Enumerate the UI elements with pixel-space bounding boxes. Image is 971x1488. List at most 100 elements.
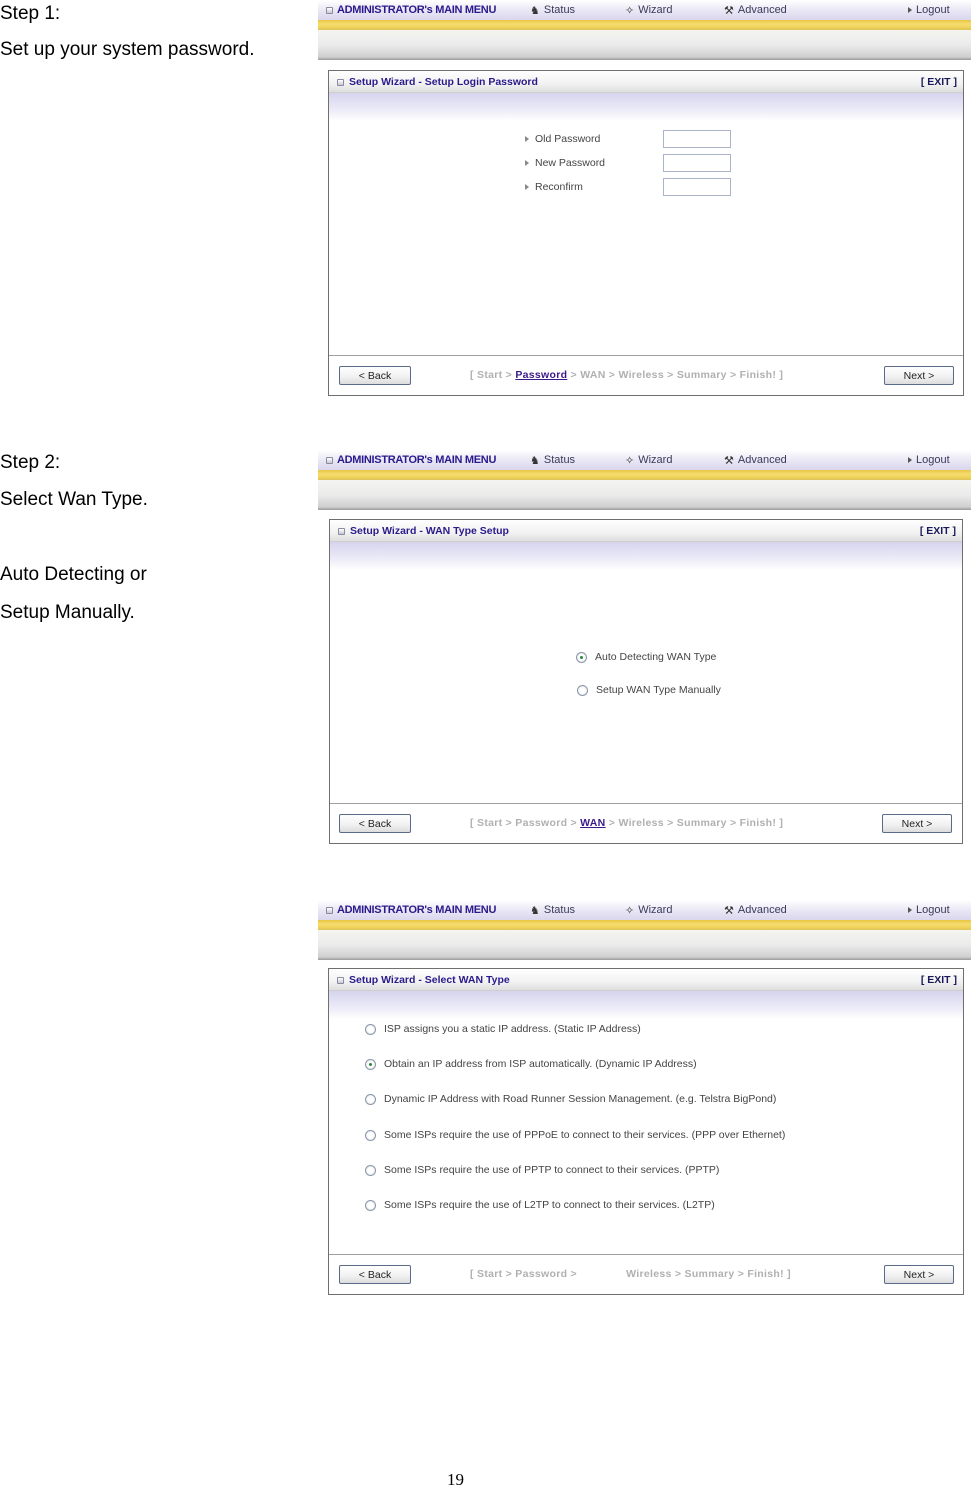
static-ip-option[interactable]: ISP assigns you a static IP address. (St… (365, 1023, 641, 1035)
admin-main-menu-link[interactable]: ADMINISTRATOR's MAIN MENU (326, 903, 496, 917)
step2-note-line2: Setup Manually. (0, 602, 135, 623)
old-password-row: Old Password (525, 130, 731, 148)
manual-setup-option[interactable]: Setup WAN Type Manually (577, 684, 721, 696)
pppoe-label: Some ISPs require the use of PPPoE to co… (384, 1129, 786, 1141)
panel-square-icon (338, 527, 345, 535)
dynamic-ip-option[interactable]: Obtain an IP address from ISP automatica… (365, 1058, 697, 1070)
advanced-label: Advanced (737, 4, 787, 16)
menu-advanced[interactable]: ⚒ Advanced (724, 453, 787, 467)
exit-link[interactable]: [ EXIT ] (921, 974, 957, 986)
auto-detect-label: Auto Detecting WAN Type (595, 651, 717, 663)
auto-detect-radio[interactable] (576, 651, 587, 663)
step2-heading: Step 2: (0, 452, 61, 473)
status-label: Status (543, 904, 576, 916)
wizard-icon: ✧ (625, 4, 635, 17)
crumb-after: Wireless > Summary > Finish! ] (626, 1268, 791, 1280)
wizard-breadcrumb: [ Start > Password > Wireless > Summary … (470, 1268, 791, 1280)
step1-description: Set up your system password. (0, 39, 255, 60)
screenshot-wan-type-setup: ADMINISTRATOR's MAIN MENU ♞ Status ✧ Wizar… (318, 450, 971, 850)
wizard-breadcrumb: [ Start > Password > WAN > Wireless > Su… (470, 369, 783, 381)
page-number: 19 (447, 1470, 464, 1488)
admin-main-menu-link[interactable]: ADMINISTRATOR's MAIN MENU (326, 3, 496, 17)
wizard-label: Wizard (638, 904, 673, 916)
pppoe-radio[interactable] (365, 1129, 376, 1141)
new-password-row: New Password (525, 154, 731, 172)
exit-link[interactable]: [ EXIT ] (920, 525, 956, 537)
next-button[interactable]: Next > (882, 814, 952, 833)
menu-square-icon (326, 6, 333, 14)
panel-subheader (330, 542, 962, 570)
pptp-label: Some ISPs require the use of PPTP to con… (384, 1164, 720, 1176)
main-menu-bar: ADMINISTRATOR's MAIN MENU ♞ Status ✧ Wizar… (318, 450, 971, 470)
admin-label: ADMINISTRATOR's MAIN MENU (337, 4, 497, 16)
reconfirm-password-input[interactable] (663, 178, 731, 196)
status-person-icon: ♞ (530, 4, 540, 17)
step1-heading: Step 1: (0, 3, 61, 24)
back-button[interactable]: < Back (339, 814, 411, 833)
logout-label: Logout (916, 454, 950, 466)
panel-footer: < Back [ Start > Password > WAN > Wirele… (329, 355, 963, 395)
crumb-before: [ Start > Password > (470, 1268, 581, 1280)
header-yellow-band (318, 470, 971, 480)
next-button[interactable]: Next > (884, 1265, 954, 1284)
menu-logout[interactable]: Logout (908, 903, 950, 917)
menu-advanced[interactable]: ⚒ Advanced (724, 3, 787, 17)
manual-setup-label: Setup WAN Type Manually (596, 684, 721, 696)
panel-header: Setup Wizard - Setup Login Password [ EX… (329, 71, 963, 93)
wizard-panel-password: Setup Wizard - Setup Login Password [ EX… (328, 70, 964, 396)
wizard-panel-wan-setup: Setup Wizard - WAN Type Setup [ EXIT ] A… (329, 519, 963, 844)
menu-logout[interactable]: Logout (908, 3, 950, 17)
wizard-label: Wizard (638, 454, 673, 466)
auto-detect-option[interactable]: Auto Detecting WAN Type (576, 651, 716, 663)
menu-status[interactable]: ♞ Status (530, 3, 575, 17)
road-runner-label: Dynamic IP Address with Road Runner Sess… (384, 1093, 777, 1105)
menu-advanced[interactable]: ⚒ Advanced (724, 903, 787, 917)
pppoe-option[interactable]: Some ISPs require the use of PPPoE to co… (365, 1129, 785, 1141)
pptp-option[interactable]: Some ISPs require the use of PPTP to con… (365, 1164, 719, 1176)
crumb-after: > Wireless > Summary > Finish! ] (605, 817, 784, 829)
menu-status[interactable]: ♞ Status (530, 453, 575, 467)
next-button[interactable]: Next > (884, 366, 954, 385)
admin-label: ADMINISTRATOR's MAIN MENU (337, 904, 497, 916)
admin-label: ADMINISTRATOR's MAIN MENU (337, 454, 497, 466)
back-button[interactable]: < Back (339, 1265, 411, 1284)
menu-wizard[interactable]: ✧ Wizard (625, 3, 672, 17)
menu-wizard[interactable]: ✧ Wizard (625, 453, 672, 467)
menu-square-icon (326, 906, 333, 914)
advanced-tools-icon: ⚒ (724, 904, 734, 917)
admin-main-menu-link[interactable]: ADMINISTRATOR's MAIN MENU (326, 453, 496, 467)
status-label: Status (543, 454, 576, 466)
menu-logout[interactable]: Logout (908, 453, 950, 467)
l2tp-radio[interactable] (365, 1199, 376, 1211)
old-password-input[interactable] (663, 130, 731, 148)
manual-setup-radio[interactable] (577, 684, 588, 696)
advanced-label: Advanced (737, 454, 787, 466)
header-yellow-band (318, 20, 971, 30)
panel-footer: < Back [ Start > Password > Wireless > S… (329, 1254, 963, 1294)
l2tp-option[interactable]: Some ISPs require the use of L2TP to con… (365, 1199, 715, 1211)
crumb-active-step[interactable]: WAN (580, 817, 605, 829)
crumb-active-step[interactable]: Password (515, 369, 567, 381)
status-label: Status (543, 4, 576, 16)
pptp-radio[interactable] (365, 1164, 376, 1176)
exit-link[interactable]: [ EXIT ] (921, 76, 957, 88)
bullet-arrow-icon (525, 160, 529, 166)
main-menu-bar: ADMINISTRATOR's MAIN MENU ♞ Status ✧ Wizar… (318, 900, 971, 920)
new-password-input[interactable] (663, 154, 731, 172)
crumb-before: [ Start > Password > (470, 817, 581, 829)
logout-label: Logout (916, 904, 950, 916)
road-runner-option[interactable]: Dynamic IP Address with Road Runner Sess… (365, 1093, 776, 1105)
menu-status[interactable]: ♞ Status (530, 903, 575, 917)
panel-subheader (329, 93, 963, 121)
wizard-label: Wizard (638, 4, 673, 16)
road-runner-radio[interactable] (365, 1093, 376, 1105)
menu-wizard[interactable]: ✧ Wizard (625, 903, 672, 917)
panel-title-text: Setup Wizard - Select WAN Type (349, 974, 510, 986)
wizard-icon: ✧ (625, 454, 635, 467)
static-ip-radio[interactable] (365, 1023, 376, 1035)
wizard-panel-select-wan: Setup Wizard - Select WAN Type [ EXIT ] … (328, 968, 964, 1295)
back-button[interactable]: < Back (339, 366, 411, 385)
dynamic-ip-radio[interactable] (365, 1058, 376, 1070)
panel-title: Setup Wizard - Setup Login Password (337, 76, 538, 88)
advanced-label: Advanced (737, 904, 787, 916)
